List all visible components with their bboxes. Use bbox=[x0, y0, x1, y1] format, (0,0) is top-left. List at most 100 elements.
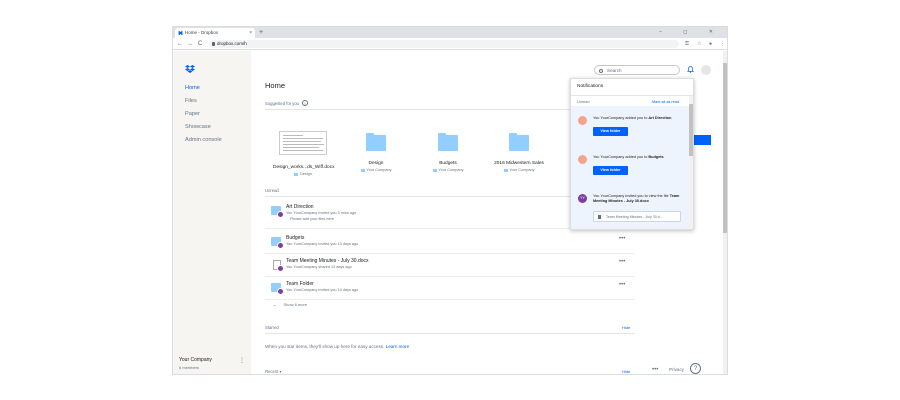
view-folder-button[interactable]: View folder bbox=[593, 166, 628, 175]
shared-folder-icon bbox=[271, 237, 284, 249]
company-name[interactable]: Your Company bbox=[179, 357, 212, 363]
search-placeholder: Search bbox=[607, 68, 622, 73]
shared-folder-icon bbox=[271, 206, 284, 218]
file-preview-chip[interactable]: Team Meeting Minutes - July 30.d... bbox=[593, 211, 681, 222]
url-input[interactable]: dropbox.com/h bbox=[209, 40, 679, 48]
suggested-card-location: Your Company bbox=[346, 168, 406, 172]
row-more-icon[interactable]: ••• bbox=[619, 236, 625, 242]
folder-icon bbox=[360, 168, 365, 172]
page-title: Home bbox=[265, 81, 286, 90]
browser-tab[interactable]: Home - Dropbox × bbox=[175, 28, 255, 38]
account-icon[interactable]: ● bbox=[709, 38, 712, 50]
avatar[interactable] bbox=[701, 65, 711, 75]
page-scrollbar[interactable] bbox=[723, 51, 727, 374]
suggested-card[interactable]: Design_works...ds_Wiff.docx Design bbox=[273, 127, 335, 176]
menu-icon[interactable]: ⋮ bbox=[720, 38, 725, 50]
privacy-link[interactable]: Privacy bbox=[669, 367, 684, 372]
notification-text: You YourCompany invited you to view the … bbox=[593, 194, 680, 204]
tab-close-icon[interactable]: × bbox=[249, 28, 252, 38]
row-more-icon[interactable]: ••• bbox=[619, 259, 625, 265]
table-row[interactable]: Budgets You YourCompany invited you 13 d… bbox=[265, 232, 635, 254]
suggested-card-name: Design_works...ds_Wiff.docx bbox=[273, 165, 335, 170]
row-message: Please add your files here bbox=[290, 217, 334, 221]
avatar bbox=[578, 116, 587, 125]
row-activity: You YourCompany invited you 13 days ago bbox=[286, 242, 359, 246]
suggested-card-location: Design bbox=[273, 172, 333, 176]
page: Home Files Paper Showcase Admin console … bbox=[173, 51, 727, 374]
suggested-card-name: 2016 Midwestern Sales bbox=[494, 161, 544, 166]
tab-bar: Home - Dropbox × + – ◻ ✕ bbox=[173, 27, 727, 38]
avatar: YY bbox=[578, 194, 587, 203]
sidebar-item-files[interactable]: Files bbox=[185, 98, 197, 104]
suggested-card-name: Budgets bbox=[439, 161, 457, 166]
search-icon bbox=[599, 69, 603, 73]
sidebar: Home Files Paper Showcase Admin console … bbox=[173, 51, 251, 374]
suggested-card[interactable]: Budgets Your Company bbox=[418, 127, 478, 172]
learn-more-link[interactable]: Learn more bbox=[386, 344, 410, 349]
shared-folder-icon bbox=[271, 283, 284, 295]
row-activity: You YourCompany invited you 3 mins ago bbox=[286, 211, 357, 215]
table-row[interactable]: Team Meeting Minutes - July 30.docx You … bbox=[265, 255, 635, 277]
folder-icon bbox=[294, 172, 299, 176]
window-controls[interactable]: – ◻ ✕ bbox=[659, 27, 723, 38]
folder-icon bbox=[438, 133, 458, 151]
starred-empty-text: When you star items, they'll show up her… bbox=[265, 344, 410, 349]
suggested-card-location: Your Company bbox=[489, 168, 549, 172]
suggested-card[interactable]: Design Your Company bbox=[346, 127, 406, 172]
address-bar: ← → C dropbox.com/h ⚿ ☆ ● ⋮ bbox=[173, 38, 727, 50]
table-row[interactable]: Team Folder You YourCompany invited you … bbox=[265, 278, 635, 300]
dropbox-logo-icon[interactable] bbox=[185, 65, 195, 73]
sidebar-item-admin-console[interactable]: Admin console bbox=[185, 137, 222, 143]
folder-icon bbox=[509, 133, 529, 151]
notification-text: You YourCompany added you to Budgets bbox=[593, 155, 664, 159]
url-text: dropbox.com/h bbox=[217, 41, 247, 46]
recent-dropdown[interactable]: Recent ▾ bbox=[265, 369, 282, 374]
show-more-link[interactable]: ⌄ Show 6 more bbox=[273, 302, 307, 307]
suggested-card[interactable]: 2016 Midwestern Sales Your Company bbox=[489, 127, 549, 172]
document-icon bbox=[598, 215, 601, 219]
footer-more-icon[interactable]: ••• bbox=[652, 367, 658, 373]
suggested-card-location: Your Company bbox=[418, 168, 478, 172]
tab-title: Home - Dropbox bbox=[185, 30, 219, 35]
sidebar-item-paper[interactable]: Paper bbox=[185, 111, 200, 117]
row-name: Team Meeting Minutes - July 30.docx bbox=[286, 258, 369, 264]
mark-all-read-link[interactable]: Mark all as read bbox=[652, 100, 679, 104]
company-members: 6 members bbox=[179, 365, 200, 370]
row-name: Team Folder bbox=[286, 281, 314, 287]
forward-button[interactable]: → bbox=[187, 38, 193, 50]
help-icon[interactable]: ? bbox=[690, 363, 701, 374]
row-name: Budgets bbox=[286, 235, 305, 241]
view-folder-button[interactable]: View folder bbox=[593, 127, 628, 136]
notification-text: You YourCompany added you to Art Directi… bbox=[593, 116, 672, 120]
company-more-icon[interactable]: ⋮ bbox=[239, 357, 245, 364]
row-name: Art Direction bbox=[286, 204, 314, 210]
starred-hide-link[interactable]: Hide bbox=[622, 325, 630, 330]
avatar bbox=[578, 155, 587, 164]
folder-icon bbox=[366, 133, 386, 151]
star-icon[interactable]: ☆ bbox=[697, 38, 701, 50]
info-icon[interactable]: i bbox=[302, 100, 308, 106]
notifications-scrollbar[interactable] bbox=[689, 96, 693, 229]
notifications-panel: Notifications Unread Mark all as read Yo… bbox=[570, 78, 694, 230]
reload-button[interactable]: C bbox=[198, 38, 202, 50]
back-button[interactable]: ← bbox=[177, 38, 183, 50]
recent-hide-link[interactable]: Hide bbox=[622, 369, 630, 374]
notifications-title: Notifications bbox=[577, 84, 604, 89]
sidebar-item-home[interactable]: Home bbox=[185, 85, 200, 91]
search-input[interactable]: Search bbox=[594, 65, 680, 75]
row-activity: You YourCompany invited you 14 days ago bbox=[286, 288, 359, 292]
dropbox-favicon-icon bbox=[178, 31, 183, 35]
row-more-icon[interactable]: ••• bbox=[619, 282, 625, 288]
notifications-unread-label: Unread bbox=[577, 100, 590, 104]
new-tab-button[interactable]: + bbox=[259, 27, 263, 38]
unread-label: Unread bbox=[265, 188, 279, 193]
chevron-down-icon: ⌄ bbox=[273, 302, 277, 307]
document-icon bbox=[273, 260, 284, 272]
suggested-label: Suggested for you bbox=[265, 101, 299, 106]
bell-icon[interactable] bbox=[687, 66, 694, 73]
row-activity: You YourCompany shared 13 days ago bbox=[286, 265, 352, 269]
sidebar-item-showcase[interactable]: Showcase bbox=[185, 124, 211, 130]
starred-label: Starred bbox=[265, 325, 279, 330]
key-icon[interactable]: ⚿ bbox=[685, 38, 689, 50]
folder-icon bbox=[503, 168, 508, 172]
